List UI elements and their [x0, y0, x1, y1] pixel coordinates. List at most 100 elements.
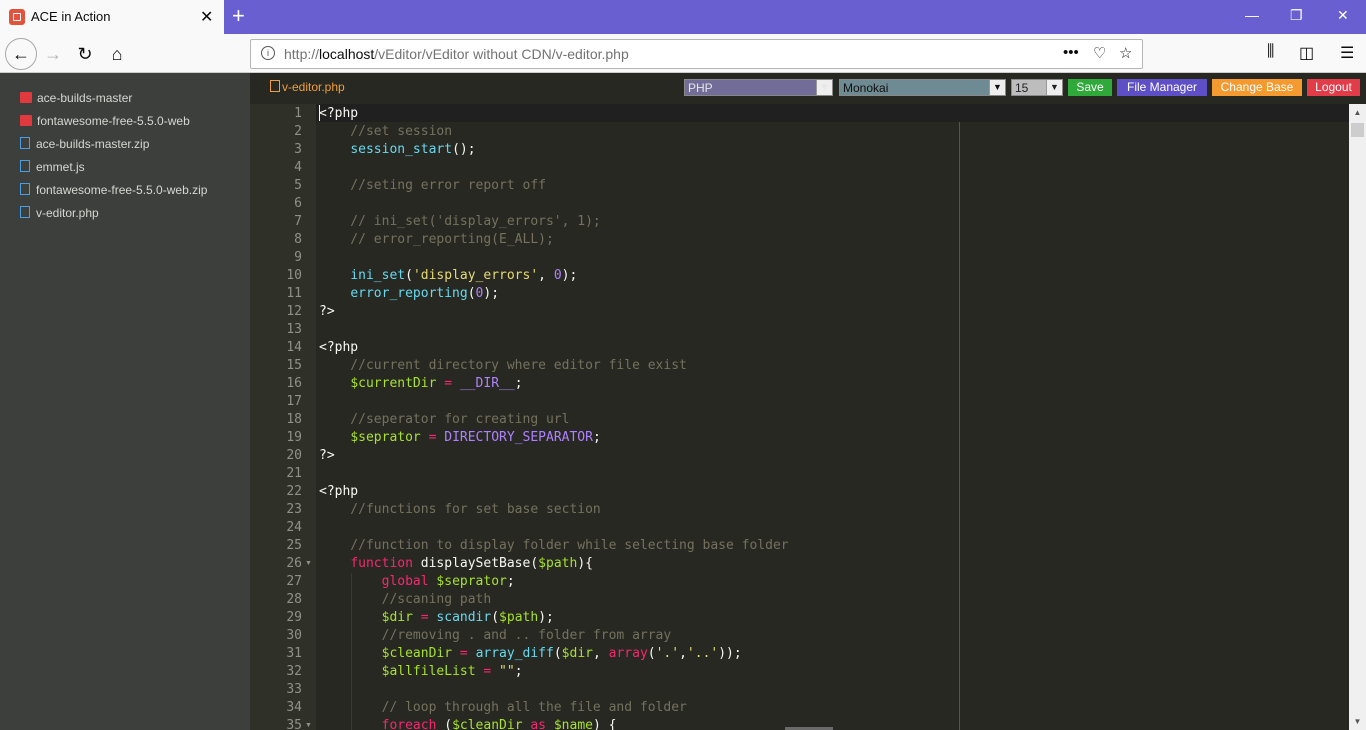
new-tab-button[interactable]: +: [232, 3, 245, 29]
code-line[interactable]: //seting error report off: [319, 177, 546, 195]
line-number: 26: [286, 556, 302, 571]
code-line[interactable]: $seprator = DIRECTORY_SEPARATOR;: [319, 429, 600, 447]
line-number: 21: [286, 466, 302, 481]
code-line[interactable]: <?php: [319, 339, 358, 357]
theme-select-value: Monokai: [843, 81, 889, 95]
code-line[interactable]: $dir = scandir($path);: [319, 609, 554, 627]
line-number: 32: [286, 664, 302, 679]
file-icon: [20, 160, 30, 172]
pocket-icon[interactable]: ♡: [1093, 44, 1106, 62]
code-editor[interactable]: <?php //set session session_start(); //s…: [316, 104, 1349, 730]
back-arrow-icon[interactable]: ←: [5, 38, 37, 70]
tab-close-icon[interactable]: ✕: [200, 7, 213, 27]
vertical-scrollbar[interactable]: [1349, 104, 1366, 730]
menu-icon[interactable]: ☰: [1340, 43, 1354, 63]
folder-icon: [20, 115, 32, 126]
file-tree-label: v-editor.php: [36, 206, 99, 220]
url-text[interactable]: http://localhost/vEditor/vEditor without…: [284, 46, 629, 62]
code-line[interactable]: <?php: [319, 105, 358, 123]
fold-arrow-icon[interactable]: ▼: [305, 555, 312, 573]
line-number: 20: [286, 448, 302, 463]
file-tree-item-file[interactable]: fontawesome-free-5.5.0-web.zip: [20, 183, 207, 203]
code-line[interactable]: $currentDir = __DIR__;: [319, 375, 522, 393]
file-tree-item-file[interactable]: v-editor.php: [20, 206, 99, 226]
code-line[interactable]: //functions for set base section: [319, 501, 600, 519]
line-number: 2: [294, 124, 302, 139]
scroll-up-arrow-icon[interactable]: ▲: [1349, 104, 1366, 121]
code-line[interactable]: //set session: [319, 123, 452, 141]
code-line[interactable]: //removing . and .. folder from array: [319, 627, 672, 645]
line-number: 8: [294, 232, 302, 247]
code-line[interactable]: error_reporting(0);: [319, 285, 499, 303]
code-line[interactable]: ?>: [319, 447, 335, 465]
line-number: 3: [294, 142, 302, 157]
site-info-icon[interactable]: i: [261, 46, 275, 60]
code-line[interactable]: session_start();: [319, 141, 475, 159]
change-base-button[interactable]: Change Base: [1212, 79, 1302, 96]
line-number: 11: [286, 286, 302, 301]
home-icon[interactable]: ⌂: [103, 40, 131, 68]
file-tree-label: emmet.js: [36, 160, 85, 174]
line-number: 5: [294, 178, 302, 193]
file-code-icon: [270, 80, 280, 92]
file-tree-label: fontawesome-free-5.5.0-web.zip: [36, 183, 208, 197]
file-tree-label: ace-builds-master.zip: [36, 137, 150, 151]
scrollbar-thumb[interactable]: [1351, 123, 1364, 137]
file-tree-label: fontawesome-free-5.5.0-web: [37, 114, 190, 128]
code-line[interactable]: $allfileList = "";: [319, 663, 523, 681]
folder-icon: [20, 92, 32, 103]
code-line[interactable]: function displaySetBase($path){: [319, 555, 593, 573]
page-actions-icon[interactable]: •••: [1063, 44, 1079, 61]
line-number: 6: [294, 196, 302, 211]
line-number: 16: [286, 376, 302, 391]
line-number: 18: [286, 412, 302, 427]
mode-select-value: PHP: [688, 81, 713, 95]
code-line[interactable]: //scaning path: [319, 591, 492, 609]
file-tree-item-folder[interactable]: ace-builds-master: [20, 91, 132, 111]
code-line[interactable]: ?>: [319, 303, 335, 321]
theme-select[interactable]: Monokai ▼: [839, 79, 1006, 96]
sidebar-icon[interactable]: ◫: [1299, 43, 1314, 63]
save-button[interactable]: Save: [1068, 79, 1112, 96]
tab-title: ACE in Action: [31, 9, 111, 24]
code-line[interactable]: //current directory where editor file ex…: [319, 357, 687, 375]
chevron-down-icon: ▼: [989, 80, 1005, 95]
fold-arrow-icon[interactable]: ▼: [305, 717, 312, 730]
code-line[interactable]: global $seprator;: [319, 573, 515, 591]
line-number: 25: [286, 538, 302, 553]
code-line[interactable]: ini_set('display_errors', 0);: [319, 267, 577, 285]
file-tree-item-file[interactable]: emmet.js: [20, 160, 85, 180]
reload-icon[interactable]: ↻: [71, 40, 99, 68]
file-tree-label: ace-builds-master: [37, 91, 133, 105]
indent-guide: [351, 573, 352, 730]
file-manager-button[interactable]: File Manager: [1117, 79, 1207, 96]
logout-button[interactable]: Logout: [1307, 79, 1360, 96]
url-bar[interactable]: i http://localhost/vEditor/vEditor witho…: [250, 39, 1143, 69]
file-tree-item-file[interactable]: ace-builds-master.zip: [20, 137, 149, 157]
code-line[interactable]: <?php: [319, 483, 358, 501]
window-close-button[interactable]: ✕: [1337, 7, 1349, 24]
code-line[interactable]: // ini_set('display_errors', 1);: [319, 213, 600, 231]
line-number: 9: [294, 250, 302, 265]
line-number: 19: [286, 430, 302, 445]
code-line[interactable]: //function to display folder while selec…: [319, 537, 788, 555]
file-tree-item-folder[interactable]: fontawesome-free-5.5.0-web: [20, 114, 190, 134]
url-path: /vEditor/vEditor without CDN/v-editor.ph…: [374, 46, 629, 62]
code-line[interactable]: // loop through all the file and folder: [319, 699, 687, 717]
line-number: 17: [286, 394, 302, 409]
line-number: 12: [286, 304, 302, 319]
restore-button[interactable]: ❐: [1290, 7, 1303, 24]
minimize-button[interactable]: —: [1245, 7, 1259, 23]
code-line[interactable]: // error_reporting(E_ALL);: [319, 231, 554, 249]
library-icon[interactable]: ⫼: [1267, 43, 1274, 61]
mode-select[interactable]: PHP ▼: [684, 79, 833, 96]
code-line[interactable]: foreach ($cleanDir as $name) {: [319, 717, 617, 730]
scroll-down-arrow-icon[interactable]: ▼: [1349, 713, 1366, 730]
forward-arrow-icon[interactable]: →: [39, 40, 67, 68]
fontsize-select[interactable]: 15 ▼: [1011, 79, 1063, 96]
code-line[interactable]: //seperator for creating url: [319, 411, 569, 429]
code-line[interactable]: $cleanDir = array_diff($dir, array('.','…: [319, 645, 742, 663]
bookmark-star-icon[interactable]: ☆: [1119, 44, 1132, 62]
line-number: 22: [286, 484, 302, 499]
current-file-name: v-editor.php: [282, 80, 345, 94]
